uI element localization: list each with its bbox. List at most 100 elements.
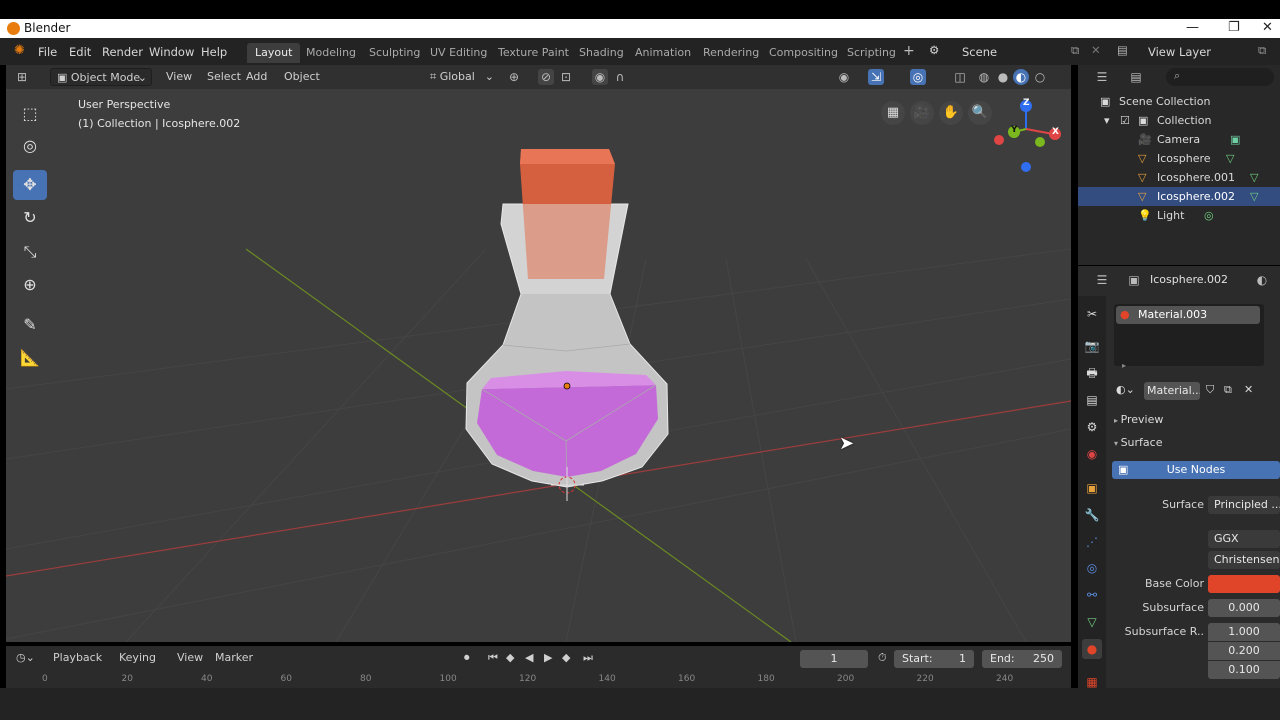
visibility-icon[interactable]: ◉	[836, 69, 852, 85]
blender-menu-icon[interactable]: ✺	[14, 43, 25, 58]
tab-sculpting[interactable]: Sculpting	[361, 43, 428, 63]
subsurface-radius-y-field[interactable]: 0.200	[1208, 642, 1280, 660]
snap-target-icon[interactable]: ⊡	[558, 69, 574, 85]
tab-layout[interactable]: Layout	[247, 43, 301, 63]
material-slot-list[interactable]: ● Material.003	[1114, 304, 1264, 366]
physics-tab-icon[interactable]: ◎	[1082, 558, 1102, 578]
menu-file[interactable]: File	[38, 45, 57, 59]
pan-hand-icon[interactable]: ✋	[939, 101, 963, 125]
falloff-icon[interactable]: ∩	[612, 69, 628, 85]
mode-dropdown[interactable]: ▣ Object Mode ⌄	[50, 68, 152, 86]
close-icon[interactable]: ✕	[1262, 20, 1273, 35]
gizmo-toggle-icon[interactable]: ⇲	[868, 69, 884, 85]
panel-preview[interactable]: ▸ Preview	[1114, 413, 1163, 426]
distribution-dropdown[interactable]: GGX	[1208, 530, 1280, 548]
new-view-layer-icon[interactable]: ⧉	[1258, 43, 1266, 58]
use-nodes-button[interactable]: ▣ Use Nodes	[1112, 461, 1280, 479]
gizmo-y-label[interactable]: Y	[1011, 125, 1018, 135]
frame-ruler[interactable]: 0 20 40 60 80 100 120 140 160 180 200 220 240	[6, 646, 1071, 688]
xray-icon[interactable]: ◫	[952, 69, 968, 85]
viewport-3d[interactable]: User Perspective (1) Collection | Icosph…	[6, 89, 1071, 642]
constraints-tab-icon[interactable]: ⚯	[1082, 585, 1102, 605]
maximize-icon[interactable]: ❐	[1228, 20, 1240, 35]
subsurface-radius-x-field[interactable]: 1.000	[1208, 623, 1280, 641]
annotate-tool[interactable]: ✎	[13, 310, 47, 340]
rotate-tool[interactable]: ↻	[13, 203, 47, 233]
view-layer-icon[interactable]: ▤	[1117, 43, 1128, 57]
checkbox-icon[interactable]: ☑	[1120, 114, 1130, 127]
delete-scene-icon[interactable]: ✕	[1091, 43, 1101, 57]
duplicate-icon[interactable]: ⧉	[1224, 383, 1232, 397]
tab-texture-paint[interactable]: Texture Paint	[490, 43, 577, 63]
display-mode-icon[interactable]: ▤	[1128, 69, 1144, 85]
rendered-shading-icon[interactable]: ○	[1032, 69, 1048, 85]
tab-compositing[interactable]: Compositing	[761, 43, 846, 63]
render-tab-icon[interactable]: 📷	[1082, 336, 1102, 356]
outliner-item-camera[interactable]: 🎥 Camera ▣	[1078, 130, 1280, 149]
subsurface-radius-z-field[interactable]: 0.100	[1208, 661, 1280, 679]
unlink-icon[interactable]: ✕	[1244, 383, 1253, 396]
pin-icon[interactable]: ◐	[1254, 272, 1270, 288]
material-preview-icon[interactable]: ◐	[1013, 69, 1029, 85]
surface-shader-field[interactable]: Principled ...	[1208, 496, 1280, 514]
fake-user-icon[interactable]: ⛉	[1206, 383, 1214, 397]
move-tool[interactable]: ✥	[13, 170, 47, 200]
toggle-perspective-icon[interactable]: ▦	[881, 101, 905, 125]
tab-rendering[interactable]: Rendering	[695, 43, 767, 63]
material-selector[interactable]: ◐⌄ Material... ⛉ ⧉ ✕	[1114, 381, 1280, 401]
proportional-edit-icon[interactable]: ◉	[592, 69, 608, 85]
outliner-editor-icon[interactable]: ☰	[1094, 69, 1110, 85]
outliner-collection[interactable]: ▾ ☑ ▣ Collection	[1078, 111, 1280, 130]
outliner-scene-collection[interactable]: ▣ Scene Collection	[1078, 92, 1280, 111]
add-workspace-icon[interactable]: +	[903, 43, 915, 59]
material-name-field[interactable]: Material...	[1144, 382, 1200, 400]
solid-shading-icon[interactable]: ●	[995, 69, 1011, 85]
output-tab-icon[interactable]: 🖶	[1082, 363, 1102, 383]
menu-window[interactable]: Window	[149, 45, 194, 59]
menu-object[interactable]: Object	[278, 68, 326, 86]
gizmo-x-label[interactable]: X	[1052, 127, 1059, 137]
scale-tool[interactable]: ⤡	[13, 237, 47, 267]
expand-list-icon[interactable]: ▸	[1122, 361, 1126, 370]
menu-render[interactable]: Render	[102, 45, 143, 59]
menu-edit[interactable]: Edit	[69, 45, 91, 59]
zoom-icon[interactable]: 🔍	[968, 101, 992, 125]
properties-editor-icon[interactable]: ☰	[1094, 272, 1110, 288]
wireframe-shading-icon[interactable]: ◍	[976, 69, 992, 85]
tab-shading[interactable]: Shading	[571, 43, 632, 63]
material-tab-icon[interactable]: ●	[1082, 639, 1102, 659]
tab-animation[interactable]: Animation	[627, 43, 699, 63]
editor-type-icon[interactable]: ⊞	[14, 69, 30, 85]
material-slot[interactable]: ● Material.003	[1116, 306, 1260, 324]
menu-add[interactable]: Add	[240, 68, 273, 86]
object-tab-icon[interactable]: ▣	[1082, 478, 1102, 498]
scene-tab-icon[interactable]: ⚙	[1082, 417, 1102, 437]
world-tab-icon[interactable]: ◉	[1082, 444, 1102, 464]
subsurface-field[interactable]: 0.000	[1208, 599, 1280, 617]
new-scene-icon[interactable]: ⧉	[1071, 43, 1079, 58]
outliner-search-field[interactable]: ⌕	[1166, 68, 1274, 86]
camera-view-icon[interactable]: 🎥	[910, 101, 934, 125]
tab-scripting[interactable]: Scripting	[839, 43, 904, 63]
menu-help[interactable]: Help	[201, 45, 227, 59]
orientation-dropdown[interactable]: ⌗ Global ⌄	[424, 68, 496, 86]
material-browse-icon[interactable]: ◐⌄	[1116, 383, 1135, 396]
measure-tool[interactable]: 📐	[13, 343, 47, 373]
scene-icon[interactable]: ⚙	[929, 43, 939, 57]
outliner-item-light[interactable]: 💡 Light ◎	[1078, 206, 1280, 225]
transform-tool[interactable]: ⊕	[13, 270, 47, 300]
modifier-tab-icon[interactable]: 🔧	[1082, 505, 1102, 525]
data-tab-icon[interactable]: ▽	[1082, 612, 1102, 632]
minimize-icon[interactable]: —	[1186, 20, 1199, 35]
snap-icon[interactable]: ⊘	[538, 69, 554, 85]
outliner-item-icosphere-001[interactable]: ▽ Icosphere.001 ▽	[1078, 168, 1280, 187]
view-layer-name[interactable]: View Layer	[1148, 45, 1211, 59]
outliner-item-icosphere-002[interactable]: ▽ Icosphere.002 ▽	[1078, 187, 1280, 206]
tab-modeling[interactable]: Modeling	[298, 43, 364, 63]
subsurface-method-dropdown[interactable]: Christensen-...	[1208, 551, 1280, 569]
pivot-icon[interactable]: ⊕	[506, 69, 522, 85]
base-color-swatch[interactable]	[1208, 575, 1280, 593]
tab-uv-editing[interactable]: UV Editing	[422, 43, 495, 63]
texture-tab-icon[interactable]: ▦	[1082, 672, 1102, 692]
gizmo-z-label[interactable]: Z	[1023, 98, 1030, 108]
